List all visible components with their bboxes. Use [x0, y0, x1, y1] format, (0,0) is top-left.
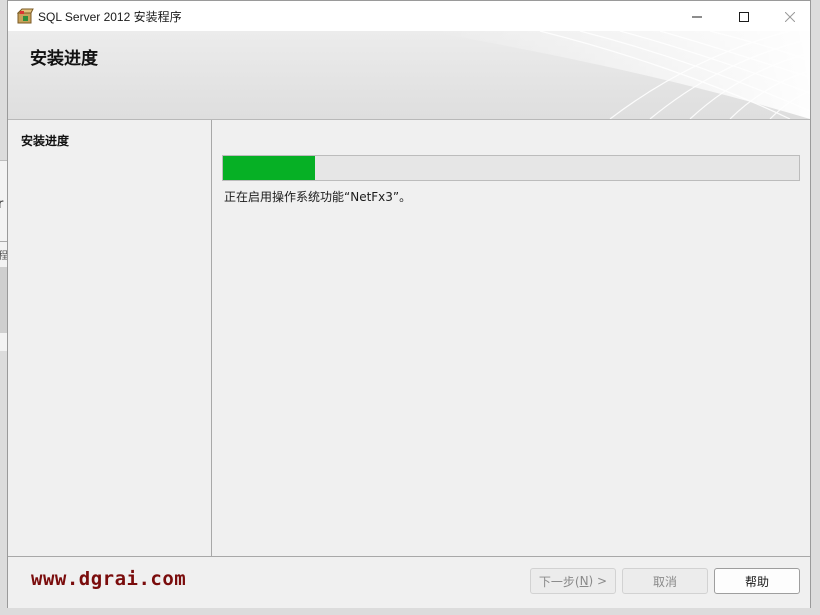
close-icon [784, 7, 796, 26]
progress-panel: 正在启用操作系统功能“NetFx3”。 [212, 120, 810, 556]
button-bar: www.dgrai.com 下一步(N) > 取消 帮助 [8, 556, 810, 608]
progress-bar-fill [223, 156, 316, 180]
window-title: SQL Server 2012 安装程序 [38, 10, 182, 24]
watermark-text: www.dgrai.com [31, 568, 187, 590]
page-title: 安装进度 [30, 49, 98, 69]
header-banner: 安装进度 [8, 31, 810, 120]
minimize-icon [692, 7, 702, 26]
next-button[interactable]: 下一步(N) > [530, 568, 616, 594]
decorative-swirl-graphic [430, 31, 810, 119]
progress-bar [222, 155, 800, 181]
maximize-icon [739, 7, 749, 26]
title-bar[interactable]: SQL Server 2012 安装程序 [8, 1, 810, 31]
status-message: 正在启用操作系统功能“NetFx3”。 [224, 190, 412, 204]
sidebar-item-install-progress[interactable]: 安装进度 [21, 132, 69, 149]
help-button-label: 帮助 [744, 574, 769, 589]
steps-sidebar: 安装进度 [8, 120, 212, 556]
close-button[interactable] [767, 1, 813, 31]
background-text-fragment: r [0, 197, 4, 212]
setup-window: SQL Server 2012 安装程序 安装进度 安装进度 正在启用操作系统功… [7, 0, 811, 608]
next-button-label-suffix: ) > [588, 574, 608, 588]
cancel-button-label: 取消 [652, 574, 677, 589]
next-button-label-prefix: 下一步( [538, 574, 580, 589]
sql-setup-box-icon [16, 8, 34, 24]
next-button-accelerator: N [579, 574, 589, 588]
help-button[interactable]: 帮助 [714, 568, 800, 594]
minimize-button[interactable] [674, 1, 720, 31]
cancel-button[interactable]: 取消 [622, 568, 708, 594]
maximize-button[interactable] [721, 1, 767, 31]
